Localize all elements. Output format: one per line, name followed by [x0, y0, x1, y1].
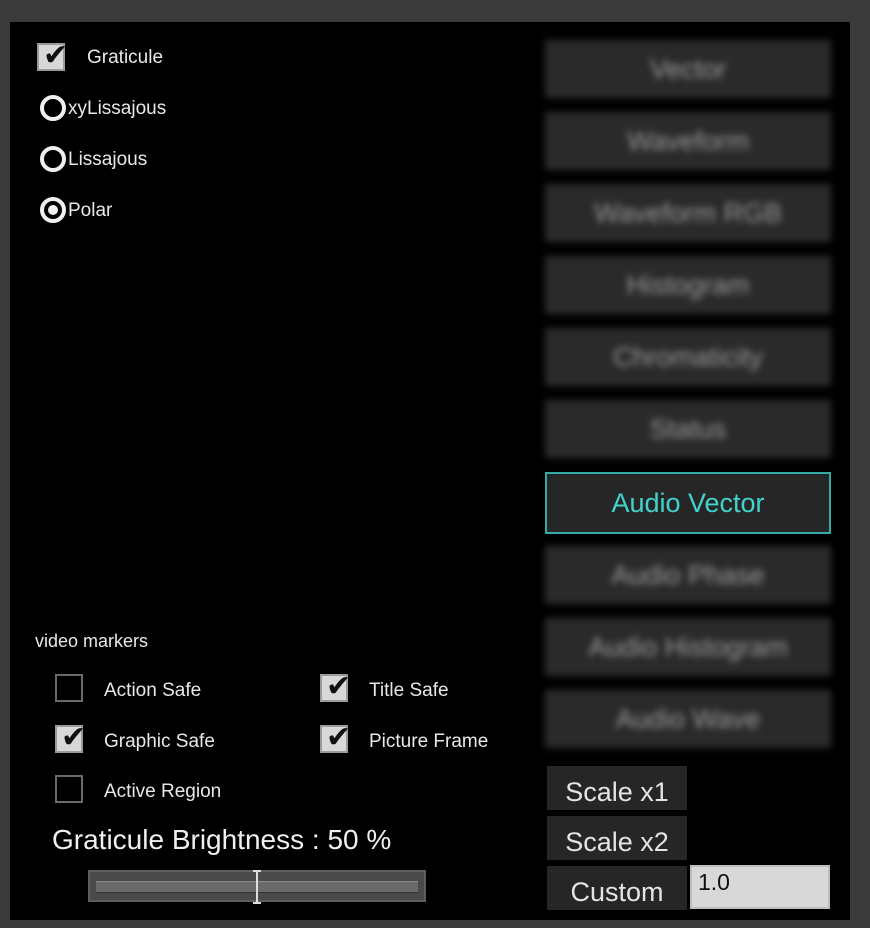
status-button[interactable]: Status [545, 400, 831, 458]
audio-vector-button[interactable]: Audio Vector [545, 472, 831, 534]
audio-phase-button[interactable]: Audio Phase [545, 546, 831, 604]
graticule-label: Graticule [87, 47, 164, 68]
active-region-label: Active Region [104, 781, 222, 802]
custom-scale-input[interactable]: 1.0 [690, 865, 830, 909]
waveform-button[interactable]: Waveform [545, 112, 831, 170]
title-safe-checkbox[interactable]: ✔ [320, 670, 351, 704]
brightness-slider[interactable] [88, 870, 426, 904]
radio-lissajous[interactable] [40, 146, 66, 172]
scale-x2-button[interactable]: Scale x2 [547, 816, 687, 860]
vector-button[interactable]: Vector [545, 40, 831, 98]
checkmark-icon: ✔ [61, 720, 87, 755]
picture-frame-label: Picture Frame [369, 731, 489, 752]
radio-xylissajous-label: xyLissajous [68, 98, 167, 119]
graphic-safe-checkbox[interactable]: ✔ [55, 721, 86, 755]
radio-polar[interactable] [40, 197, 66, 223]
active-region-checkbox[interactable] [55, 775, 83, 803]
audio-wave-button[interactable]: Audio Wave [545, 690, 831, 748]
radio-xylissajous[interactable] [40, 95, 66, 121]
radio-polar-label: Polar [68, 200, 113, 221]
checkmark-icon: ✔ [326, 720, 352, 755]
graticule-checkbox[interactable]: ✔ [37, 39, 68, 73]
scale-x1-button[interactable]: Scale x1 [547, 766, 687, 810]
action-safe-checkbox[interactable] [55, 674, 83, 702]
action-safe-label: Action Safe [104, 680, 202, 701]
checkmark-icon: ✔ [43, 38, 69, 73]
waveform-rgb-button[interactable]: Waveform RGB [545, 184, 831, 242]
audio-histogram-button[interactable]: Audio Histogram [545, 618, 831, 676]
histogram-button[interactable]: Histogram [545, 256, 831, 314]
slider-handle[interactable] [253, 868, 261, 906]
graticule-brightness-label: Graticule Brightness : 50 % [52, 824, 392, 855]
custom-scale-button[interactable]: Custom [547, 866, 687, 910]
video-markers-heading: video markers [35, 631, 149, 651]
radio-lissajous-label: Lissajous [68, 149, 148, 170]
picture-frame-checkbox[interactable]: ✔ [320, 721, 351, 755]
title-safe-label: Title Safe [369, 680, 449, 701]
graphic-safe-label: Graphic Safe [104, 731, 215, 752]
checkmark-icon: ✔ [326, 669, 352, 704]
chromaticity-button[interactable]: Chromaticity [545, 328, 831, 386]
